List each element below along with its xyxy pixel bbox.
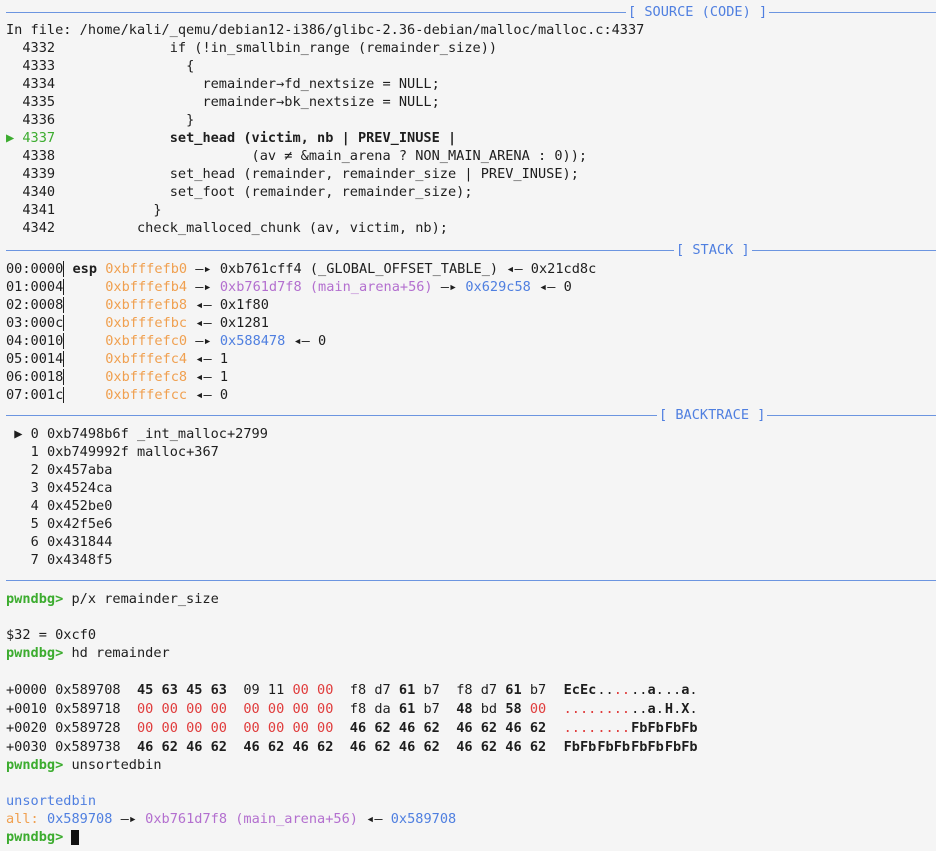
- source-line: 4332 if (!in_smallbin_range (remainder_s…: [22, 40, 498, 56]
- backtrace-header: [ BACKTRACE ]: [657, 406, 768, 424]
- terminal-window[interactable]: [ SOURCE (CODE) ] In file: /home/kali/_q…: [0, 0, 936, 851]
- command-line: pwndbg> p/x remainder_size: [6, 591, 219, 607]
- stack-row: 05:0014 0xbfffefc4 ◂— 1: [6, 351, 228, 367]
- active-prompt[interactable]: pwndbg>: [6, 828, 80, 846]
- context-end-separator: [6, 571, 936, 589]
- command-line: pwndbg> hd remainder: [6, 645, 170, 661]
- source-line: 4341 }: [22, 202, 162, 218]
- source-header: [ SOURCE (CODE) ]: [626, 3, 770, 21]
- source-line: 4336 }: [22, 112, 195, 128]
- backtrace-frame: 3 0x4524ca: [30, 480, 113, 496]
- stack-header: [ STACK ]: [674, 241, 752, 259]
- source-line-current: ▶ 4337 set_head (victim, nb | PREV_INUSE…: [6, 130, 457, 146]
- command-output: $32 = 0xcf0: [6, 627, 97, 643]
- backtrace-frame: 5 0x42f5e6: [30, 516, 113, 532]
- hexdump-row: +0000 0x589708 45 63 45 63 09 11 00 00 f…: [6, 682, 698, 698]
- source-file-path: In file: /home/kali/_qemu/debian12-i386/…: [6, 22, 645, 38]
- source-line: 4334 remainder→fd_nextsize = NULL;: [22, 76, 440, 92]
- backtrace-frame: ▶ 0 0xb7498b6f _int_malloc+2799: [14, 426, 268, 442]
- backtrace-frame: 2 0x457aba: [30, 462, 113, 478]
- backtrace-frame: 4 0x452be0: [30, 498, 113, 514]
- source-line: 4338 (av ≠ &main_arena ? NON_MAIN_ARENA …: [22, 148, 588, 164]
- backtrace-frame: 1 0xb749992f malloc+367: [30, 444, 219, 460]
- stack-row: 03:000c 0xbfffefbc ◂— 0x1281: [6, 315, 269, 331]
- command-line: pwndbg> unsortedbin: [6, 757, 162, 773]
- source-separator: [ SOURCE (CODE) ]: [6, 3, 936, 21]
- bin-title: unsortedbin: [6, 793, 97, 809]
- source-line: 4333 {: [22, 58, 195, 74]
- source-code: if (!in_smallbin_range (remainder_size)): [55, 40, 498, 56]
- stack-row: 02:0008 0xbfffefb8 ◂— 0x1f80: [6, 297, 269, 313]
- stack-row: 00:0000 esp 0xbfffefb0 —▸ 0xb761cff4 (_G…: [6, 261, 597, 277]
- hexdump-row: +0010 0x589718 00 00 00 00 00 00 00 00 f…: [6, 701, 698, 717]
- source-line: 4340 set_foot (remainder, remainder_size…: [22, 184, 473, 200]
- source-line: 4339 set_head (remainder, remainder_size…: [22, 166, 579, 182]
- stack-row: 01:0004 0xbfffefb4 —▸ 0xb761d7f8 (main_a…: [6, 279, 572, 295]
- bin-entry: all: 0x589708 —▸ 0xb761d7f8 (main_arena+…: [6, 811, 457, 827]
- stack-row: 04:0010 0xbfffefc0 —▸ 0x588478 ◂— 0: [6, 333, 327, 349]
- prompt: pwndbg>: [6, 591, 64, 607]
- stack-row: 06:0018 0xbfffefc8 ◂— 1: [6, 369, 228, 385]
- backtrace-separator: [ BACKTRACE ]: [6, 406, 936, 424]
- hexdump-row: +0020 0x589728 00 00 00 00 00 00 00 00 4…: [6, 720, 698, 736]
- hexdump-row: +0030 0x589738 46 62 46 62 46 62 46 62 4…: [6, 739, 698, 755]
- backtrace-frame: 6 0x431844: [30, 534, 113, 550]
- source-line: 4342 check_malloced_chunk (av, victim, n…: [22, 220, 448, 236]
- backtrace-frame: 7 0x4348f5: [30, 552, 113, 568]
- stack-separator: [ STACK ]: [6, 241, 936, 259]
- source-line: 4335 remainder→bk_nextsize = NULL;: [22, 94, 440, 110]
- current-line-marker: ▶: [6, 130, 15, 146]
- stack-row: 07:001c 0xbfffefcc ◂— 0: [6, 387, 228, 403]
- text-cursor: [71, 829, 80, 845]
